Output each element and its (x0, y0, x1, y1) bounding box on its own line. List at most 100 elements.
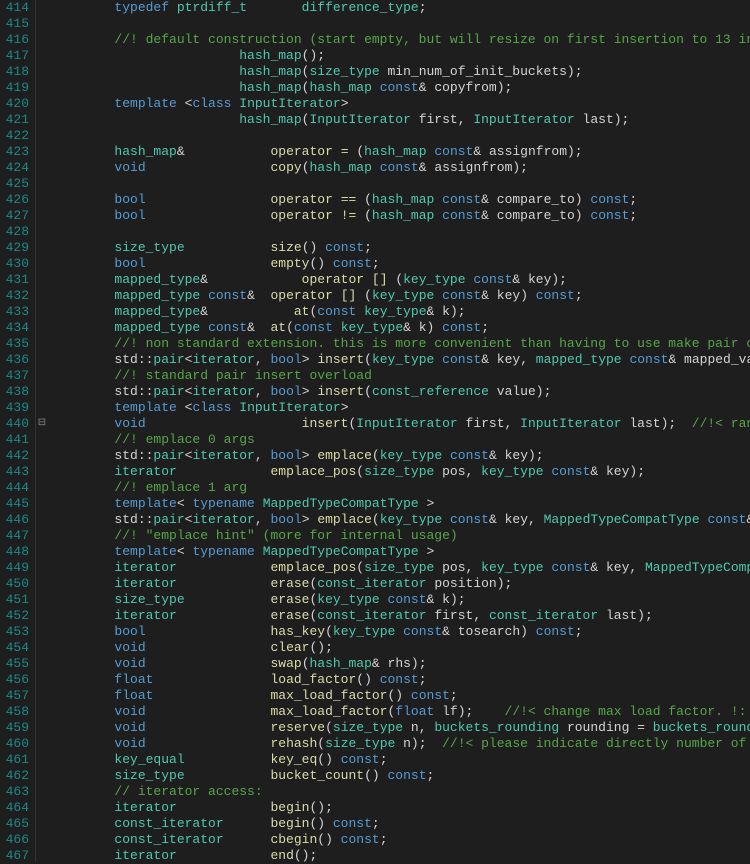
fold-marker (36, 528, 48, 544)
code-line[interactable]: void insert(InputIterator first, InputIt… (52, 416, 750, 432)
fold-marker (36, 800, 48, 816)
code-line[interactable]: template <class InputIterator> (52, 96, 750, 112)
fold-marker (36, 144, 48, 160)
fold-marker (36, 48, 48, 64)
code-line[interactable]: size_type bucket_count() const; (52, 768, 750, 784)
line-number: 442 (2, 448, 29, 464)
code-line[interactable] (52, 128, 750, 144)
code-line[interactable]: std::pair<iterator, bool> emplace(key_ty… (52, 448, 750, 464)
code-line[interactable]: void reserve(size_type n, buckets_roundi… (52, 720, 750, 736)
code-line[interactable]: size_type erase(key_type const& k); (52, 592, 750, 608)
fold-marker (36, 512, 48, 528)
code-line[interactable]: iterator end(); (52, 848, 750, 862)
code-line[interactable]: float load_factor() const; (52, 672, 750, 688)
code-line[interactable]: void swap(hash_map& rhs); (52, 656, 750, 672)
fold-marker[interactable]: ⊟ (36, 416, 48, 432)
code-line[interactable]: template< typename MappedTypeCompatType … (52, 496, 750, 512)
fold-marker (36, 336, 48, 352)
line-number: 463 (2, 784, 29, 800)
code-line[interactable]: float max_load_factor() const; (52, 688, 750, 704)
line-number: 446 (2, 512, 29, 528)
line-number: 466 (2, 832, 29, 848)
code-line[interactable]: iterator emplace_pos(size_type pos, key_… (52, 560, 750, 576)
line-number: 428 (2, 224, 29, 240)
code-line[interactable]: //! standard pair insert overload (52, 368, 750, 384)
code-line[interactable]: key_equal key_eq() const; (52, 752, 750, 768)
line-number: 438 (2, 384, 29, 400)
code-line[interactable]: hash_map(size_type min_num_of_init_bucke… (52, 64, 750, 80)
code-line[interactable]: iterator emplace_pos(size_type pos, key_… (52, 464, 750, 480)
code-line[interactable]: hash_map(InputIterator first, InputItera… (52, 112, 750, 128)
code-line[interactable]: template <class InputIterator> (52, 400, 750, 416)
fold-marker (36, 560, 48, 576)
code-line[interactable]: hash_map(); (52, 48, 750, 64)
code-line[interactable]: void clear(); (52, 640, 750, 656)
fold-marker (36, 576, 48, 592)
code-line[interactable]: iterator erase(const_iterator first, con… (52, 608, 750, 624)
fold-marker (36, 160, 48, 176)
code-line[interactable]: bool operator == (hash_map const& compar… (52, 192, 750, 208)
line-number: 451 (2, 592, 29, 608)
fold-marker (36, 272, 48, 288)
code-line[interactable]: //! default construction (start empty, b… (52, 32, 750, 48)
code-line[interactable]: const_iterator cbegin() const; (52, 832, 750, 848)
code-line[interactable]: mapped_type& at(const key_type& k); (52, 304, 750, 320)
code-line[interactable]: const_iterator begin() const; (52, 816, 750, 832)
code-line[interactable]: std::pair<iterator, bool> insert(const_r… (52, 384, 750, 400)
code-line[interactable]: void rehash(size_type n); //!< please in… (52, 736, 750, 752)
fold-marker (36, 624, 48, 640)
code-line[interactable] (52, 16, 750, 32)
line-number: 423 (2, 144, 29, 160)
code-line[interactable]: //! non standard extension. this is more… (52, 336, 750, 352)
line-number: 462 (2, 768, 29, 784)
fold-marker (36, 480, 48, 496)
code-line[interactable]: bool empty() const; (52, 256, 750, 272)
code-line[interactable]: bool operator != (hash_map const& compar… (52, 208, 750, 224)
code-line[interactable]: //! emplace 1 arg (52, 480, 750, 496)
code-line[interactable]: template< typename MappedTypeCompatType … (52, 544, 750, 560)
code-area[interactable]: typedef ptrdiff_t difference_type; //! d… (48, 0, 750, 862)
fold-marker (36, 16, 48, 32)
code-line[interactable]: hash_map(hash_map const& copyfrom); (52, 80, 750, 96)
code-line[interactable]: typedef ptrdiff_t difference_type; (52, 0, 750, 16)
fold-marker (36, 544, 48, 560)
code-line[interactable]: std::pair<iterator, bool> emplace(key_ty… (52, 512, 750, 528)
line-number: 417 (2, 48, 29, 64)
line-number: 458 (2, 704, 29, 720)
fold-marker (36, 240, 48, 256)
code-line[interactable]: //! "emplace hint" (more for internal us… (52, 528, 750, 544)
line-number: 444 (2, 480, 29, 496)
line-number: 440 (2, 416, 29, 432)
code-editor[interactable]: 4144154164174184194204214224234244254264… (0, 0, 750, 862)
fold-marker (36, 96, 48, 112)
code-line[interactable]: hash_map& operator = (hash_map const& as… (52, 144, 750, 160)
fold-marker (36, 768, 48, 784)
code-line[interactable]: size_type size() const; (52, 240, 750, 256)
code-line[interactable]: //! emplace 0 args (52, 432, 750, 448)
code-line[interactable]: mapped_type const& operator [] (key_type… (52, 288, 750, 304)
fold-marker (36, 304, 48, 320)
code-line[interactable] (52, 176, 750, 192)
fold-marker (36, 112, 48, 128)
fold-marker (36, 592, 48, 608)
fold-marker (36, 384, 48, 400)
code-line[interactable]: std::pair<iterator, bool> insert(key_typ… (52, 352, 750, 368)
code-line[interactable]: // iterator access: (52, 784, 750, 800)
fold-marker (36, 368, 48, 384)
fold-marker (36, 208, 48, 224)
code-line[interactable] (52, 224, 750, 240)
code-line[interactable]: mapped_type const& at(const key_type& k)… (52, 320, 750, 336)
line-number: 421 (2, 112, 29, 128)
code-line[interactable]: bool has_key(key_type const& tosearch) c… (52, 624, 750, 640)
line-number: 434 (2, 320, 29, 336)
line-number: 445 (2, 496, 29, 512)
line-number: 450 (2, 576, 29, 592)
fold-marker (36, 736, 48, 752)
code-line[interactable]: void copy(hash_map const& assignfrom); (52, 160, 750, 176)
code-line[interactable]: iterator begin(); (52, 800, 750, 816)
fold-marker (36, 64, 48, 80)
fold-marker (36, 608, 48, 624)
code-line[interactable]: void max_load_factor(float lf); //!< cha… (52, 704, 750, 720)
code-line[interactable]: mapped_type& operator [] (key_type const… (52, 272, 750, 288)
code-line[interactable]: iterator erase(const_iterator position); (52, 576, 750, 592)
